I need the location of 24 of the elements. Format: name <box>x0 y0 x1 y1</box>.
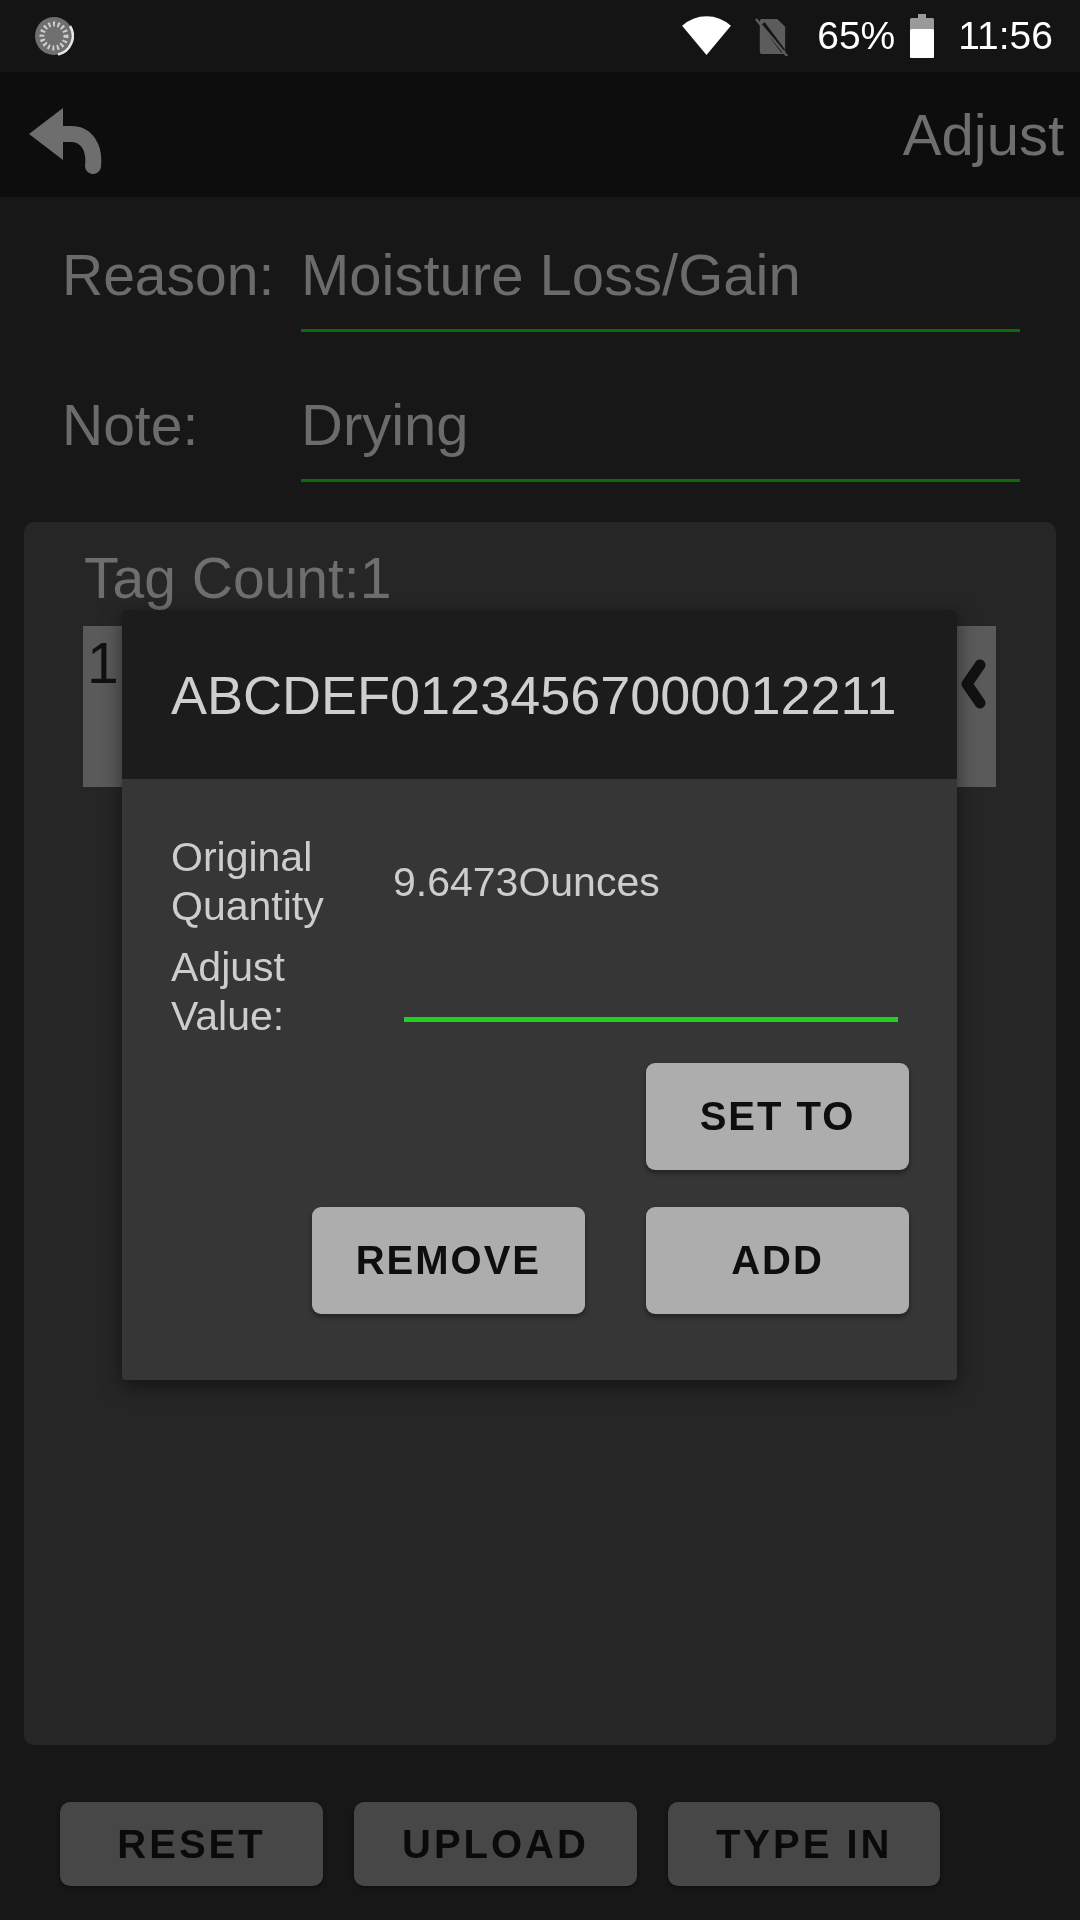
battery-icon <box>910 14 935 58</box>
battery-percent: 65% <box>817 13 896 59</box>
action-button[interactable]: RESET <box>60 1802 323 1886</box>
quantity-label: Original Quantity <box>171 833 325 931</box>
dialog-button[interactable]: REMOVE <box>311 1207 585 1314</box>
quantity-value: 9.6473Ounces <box>393 857 660 907</box>
wifi-icon <box>681 14 733 55</box>
action-button[interactable]: UPLOAD <box>354 1802 637 1886</box>
field-label: Note: <box>62 392 200 458</box>
dialog-button[interactable]: SET TO <box>646 1063 909 1170</box>
clock-time: 11:56 <box>958 13 1053 59</box>
dotted-circle-icon <box>34 16 74 56</box>
tag-row-text: 1 <box>87 630 119 696</box>
chevron-left-icon <box>960 659 986 709</box>
text-field[interactable]: Moisture Loss/Gain <box>301 242 1020 332</box>
toolbar-title: Adjust <box>902 101 1064 168</box>
dialog-title: ABCDEF01234567000012211 <box>171 663 897 726</box>
text-field[interactable]: Drying <box>301 392 1020 482</box>
field-label: Reason: <box>62 242 276 308</box>
tag-count-label: Tag Count:1 <box>83 545 392 611</box>
dialog-button[interactable]: ADD <box>646 1207 909 1314</box>
adjust-value-label: Adjust Value: <box>171 943 286 1041</box>
action-button[interactable]: TYPE IN <box>667 1802 941 1886</box>
back-arrow-icon[interactable] <box>29 108 103 174</box>
